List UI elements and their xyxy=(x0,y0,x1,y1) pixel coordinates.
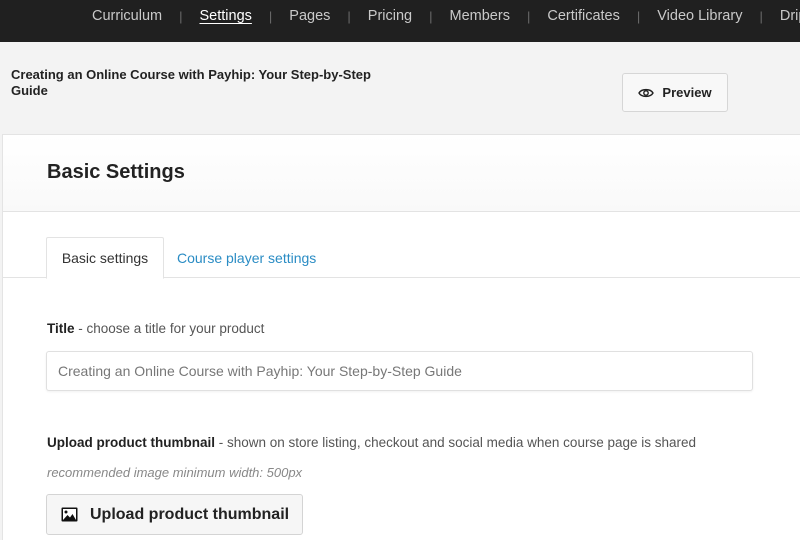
thumbnail-size-note: recommended image minimum width: 500px xyxy=(47,465,303,480)
card-title: Basic Settings xyxy=(47,161,185,183)
title-label-strong: Title xyxy=(47,321,75,336)
nav-separator: | xyxy=(179,8,183,24)
settings-card: Basic Settings Basic settings Course pla… xyxy=(2,134,800,540)
card-header: Basic Settings xyxy=(3,135,800,212)
upload-thumbnail-label: Upload product thumbnail xyxy=(90,505,290,523)
nav-separator: | xyxy=(347,8,351,24)
nav-item-curriculum[interactable]: Curriculum xyxy=(92,8,162,24)
preview-button-label: Preview xyxy=(662,85,712,100)
thumbnail-label-hint: - shown on store listing, checkout and s… xyxy=(215,435,697,450)
top-navigation: Curriculum | Settings | Pages | Pricing … xyxy=(0,0,800,42)
nav-item-drip[interactable]: Drip xyxy=(780,8,800,24)
image-icon xyxy=(61,507,78,522)
nav-separator: | xyxy=(268,8,273,24)
thumbnail-label-strong: Upload product thumbnail xyxy=(47,435,215,450)
nav-item-members[interactable]: Members xyxy=(450,8,510,24)
title-field-label: Title - choose a title for your product xyxy=(47,321,264,336)
nav-separator: | xyxy=(636,8,641,24)
upload-thumbnail-button[interactable]: Upload product thumbnail xyxy=(46,494,303,535)
preview-button[interactable]: Preview xyxy=(622,73,728,112)
product-title: Creating an Online Course with Payhip: Y… xyxy=(11,67,371,98)
nav-item-video-library[interactable]: Video Library xyxy=(657,8,742,24)
title-input[interactable] xyxy=(46,351,753,391)
nav-item-certificates[interactable]: Certificates xyxy=(547,8,620,24)
eye-icon xyxy=(638,88,655,97)
title-label-hint: - choose a title for your product xyxy=(74,321,265,336)
nav-item-pricing[interactable]: Pricing xyxy=(368,8,412,24)
tab-course-player-settings[interactable]: Course player settings xyxy=(177,237,316,279)
thumbnail-field-label: Upload product thumbnail - shown on stor… xyxy=(47,435,696,450)
nav-item-settings[interactable]: Settings xyxy=(199,8,251,24)
nav-items: Curriculum | Settings | Pages | Pricing … xyxy=(92,0,800,32)
page-header: Creating an Online Course with Payhip: Y… xyxy=(0,42,800,134)
settings-tabs: Basic settings Course player settings xyxy=(3,237,800,279)
nav-separator: | xyxy=(429,8,433,24)
nav-separator: | xyxy=(526,8,531,24)
nav-separator: | xyxy=(759,8,763,24)
nav-item-pages[interactable]: Pages xyxy=(289,8,330,24)
tab-basic-settings[interactable]: Basic settings xyxy=(46,237,164,279)
